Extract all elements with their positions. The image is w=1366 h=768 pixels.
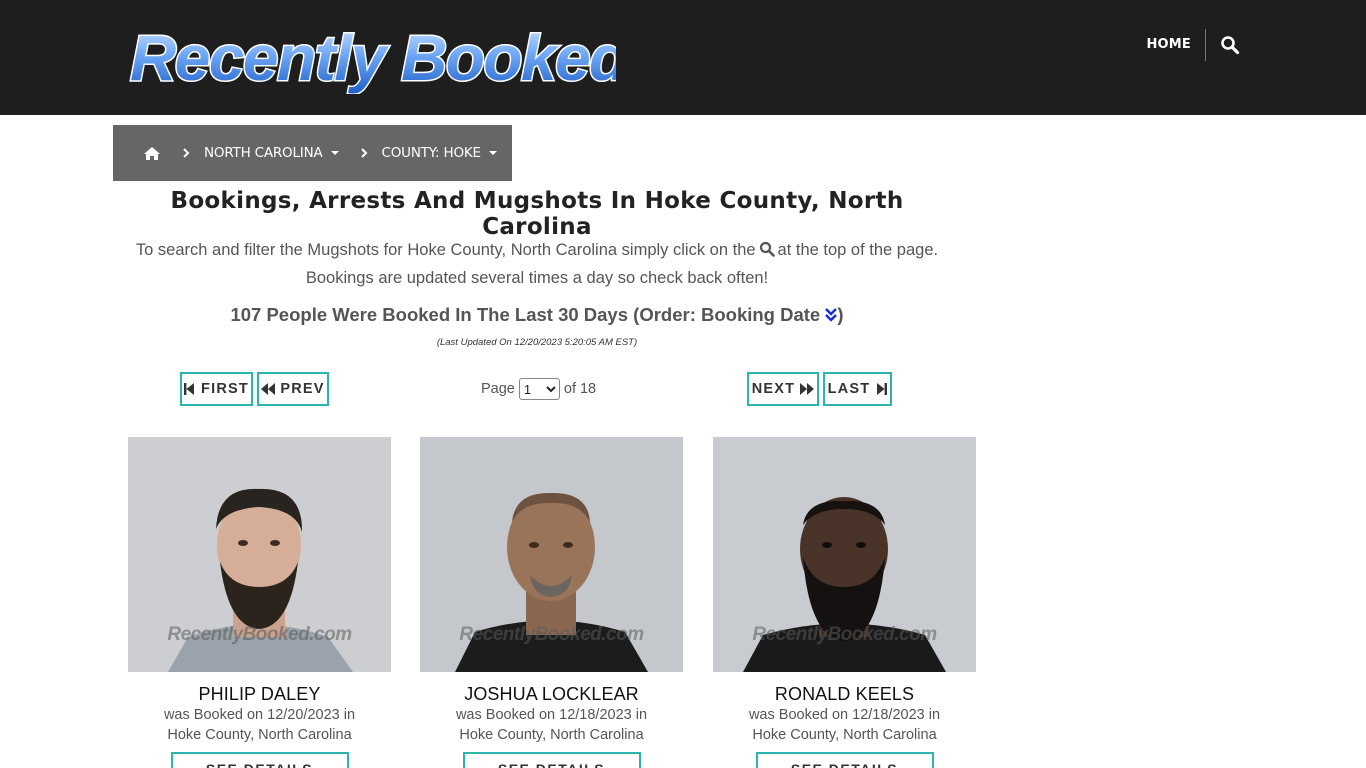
prev-label: PREV — [280, 381, 325, 397]
site-header: Recently Booked Recently Booked HOME — [0, 0, 1366, 115]
intro-after: at the top of the page. — [777, 241, 939, 259]
search-icon — [759, 239, 775, 265]
top-nav: HOME — [1146, 29, 1254, 61]
forward-icon — [800, 383, 815, 395]
chevron-right-icon — [183, 148, 190, 158]
nav-home-link[interactable]: HOME — [1146, 29, 1206, 61]
see-details-button[interactable]: SEE DETAILS — [755, 752, 934, 768]
watermark: RecentlyBooked.com — [752, 624, 937, 645]
mugshot-card: RecentlyBooked.com RONALD KEELS was Book… — [713, 437, 976, 768]
mugshot-photo[interactable]: RecentlyBooked.com — [128, 437, 391, 672]
page-label: Page — [481, 381, 515, 397]
sort-order-icon[interactable] — [825, 306, 838, 328]
mugshot-card: RecentlyBooked.com PHILIP DALEY was Book… — [128, 437, 391, 768]
watermark: RecentlyBooked.com — [459, 624, 644, 645]
see-details-button[interactable]: SEE DETAILS — [170, 752, 349, 768]
booked-date: was Booked on 12/20/2023 in — [163, 707, 356, 723]
page-selector: Page 1 of 18 — [481, 377, 596, 401]
last-label: LAST — [827, 381, 871, 397]
chevron-right-icon — [360, 148, 368, 158]
last-page-button[interactable]: LAST — [823, 372, 892, 406]
next-label: NEXT — [751, 381, 796, 397]
mugshot-photo[interactable]: RecentlyBooked.com — [713, 437, 976, 672]
mugshot-photo[interactable]: RecentlyBooked.com — [420, 437, 683, 672]
person-name[interactable]: PHILIP DALEY — [128, 684, 391, 705]
prev-page-button[interactable]: PREV — [257, 372, 329, 406]
booking-count-text: 107 People Were Booked In The Last 30 Da… — [230, 304, 821, 325]
logo-text: Recently Booked — [130, 22, 616, 94]
site-logo[interactable]: Recently Booked Recently Booked — [126, 18, 617, 95]
page-select[interactable]: 1 — [518, 378, 560, 400]
first-label: FIRST — [201, 381, 249, 397]
mugshot-card: RecentlyBooked.com JOSHUA LOCKLEAR was B… — [420, 437, 683, 768]
home-icon — [144, 146, 160, 160]
next-page-button[interactable]: NEXT — [747, 372, 819, 406]
booked-location: Hoke County, North Carolina — [459, 727, 644, 743]
intro-text: To search and filter the Mugshots for Ho… — [113, 237, 961, 291]
caret-down-icon — [488, 151, 497, 155]
booked-date: was Booked on 12/18/2023 in — [455, 707, 648, 723]
breadcrumb-state-label: NORTH CAROLINA — [204, 145, 323, 161]
booked-location: Hoke County, North Carolina — [167, 727, 352, 743]
breadcrumb-county[interactable]: COUNTY: HOKE — [382, 145, 497, 161]
last-updated: (Last Updated On 12/20/2023 5:20:05 AM E… — [436, 337, 638, 348]
search-button[interactable] — [1206, 29, 1254, 61]
page-title: Bookings, Arrests And Mugshots In Hoke C… — [170, 188, 904, 240]
breadcrumb-county-label: COUNTY: HOKE — [381, 145, 482, 161]
backward-icon — [261, 383, 276, 395]
person-name[interactable]: RONALD KEELS — [713, 684, 976, 705]
booked-date: was Booked on 12/18/2023 in — [748, 707, 941, 723]
step-forward-icon — [877, 383, 888, 395]
first-page-button[interactable]: FIRST — [180, 372, 253, 406]
step-backward-icon — [184, 383, 195, 395]
see-details-button[interactable]: SEE DETAILS — [462, 752, 641, 768]
breadcrumb-home[interactable] — [143, 146, 161, 161]
watermark: RecentlyBooked.com — [167, 624, 352, 645]
search-icon — [1221, 36, 1240, 55]
person-name[interactable]: JOSHUA LOCKLEAR — [420, 684, 683, 705]
intro-before: To search and filter the Mugshots for Ho… — [135, 241, 756, 259]
booked-location: Hoke County, North Carolina — [752, 727, 937, 743]
booking-count: 107 People Were Booked In The Last 30 Da… — [113, 304, 961, 328]
caret-down-icon — [330, 151, 339, 155]
page-total: of 18 — [563, 381, 597, 397]
breadcrumb-state[interactable]: NORTH CAROLINA — [204, 145, 339, 161]
booking-count-close: ) — [837, 304, 844, 325]
intro-line2: Bookings are updated several times a day… — [305, 269, 769, 287]
breadcrumb: NORTH CAROLINA COUNTY: HOKE — [113, 125, 512, 181]
